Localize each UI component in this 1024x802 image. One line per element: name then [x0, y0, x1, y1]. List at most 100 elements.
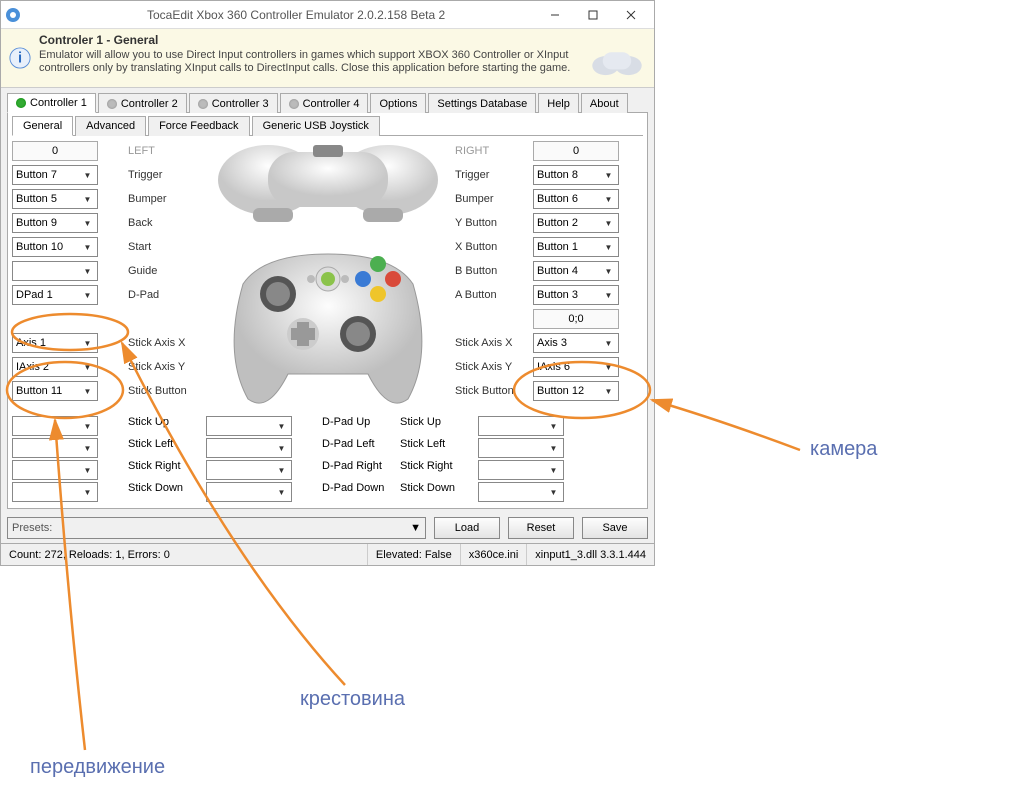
chevron-down-icon: ▼: [602, 263, 615, 279]
subtab-force-feedback[interactable]: Force Feedback: [148, 116, 249, 136]
status-ini: x360ce.ini: [460, 544, 527, 565]
left-start-combo[interactable]: Button 10▼: [12, 237, 98, 257]
save-button[interactable]: Save: [582, 517, 648, 539]
tab-help[interactable]: Help: [538, 93, 579, 113]
svg-text:i: i: [18, 51, 22, 67]
minimize-icon: [550, 10, 560, 20]
right-y-button-combo[interactable]: Button 2▼: [533, 213, 619, 233]
chevron-down-icon: ▼: [602, 359, 615, 375]
chevron-down-icon: ▼: [275, 440, 288, 456]
mapping-grid: 0 LEFT: [12, 140, 643, 414]
left-stick-dir-combo[interactable]: ▼: [12, 438, 98, 458]
left-trigger-value: 0: [12, 141, 98, 161]
chevron-down-icon: ▼: [81, 484, 94, 500]
annotation-move: передвижение: [30, 756, 165, 779]
left-label: Stick Axis X: [128, 337, 185, 349]
right-trigger-combo[interactable]: Button 8▼: [533, 165, 619, 185]
left-stick-axis-y-combo[interactable]: IAxis 2▼: [12, 357, 98, 377]
left-guide-combo[interactable]: ▼: [12, 261, 98, 281]
minimize-button[interactable]: [536, 4, 574, 26]
dpad-dir-combo[interactable]: ▼: [206, 438, 292, 458]
led-icon: [289, 99, 299, 109]
right-b-button-combo[interactable]: Button 4▼: [533, 261, 619, 281]
info-icon: i: [9, 47, 31, 69]
right-label: X Button: [455, 241, 497, 253]
left-stick-axis-x-combo[interactable]: Axis 1▼: [12, 333, 98, 353]
tab-about[interactable]: About: [581, 93, 628, 113]
chevron-down-icon: ▼: [547, 418, 560, 434]
left-back-combo[interactable]: Button 9▼: [12, 213, 98, 233]
load-button[interactable]: Load: [434, 517, 500, 539]
chevron-down-icon: ▼: [275, 418, 288, 434]
right-stick-button-combo[interactable]: Button 12▼: [533, 381, 619, 401]
left-stick-dir-combo[interactable]: ▼: [12, 416, 98, 436]
chevron-down-icon: ▼: [81, 462, 94, 478]
chevron-down-icon: ▼: [81, 359, 94, 375]
controller-image: [206, 140, 449, 414]
close-button[interactable]: [612, 4, 650, 26]
info-heading: Controler 1 - General: [39, 33, 580, 47]
right-label: Bumper: [455, 193, 494, 205]
left-label: Stick Axis Y: [128, 361, 185, 373]
led-icon: [107, 99, 117, 109]
chevron-down-icon: ▼: [602, 167, 615, 183]
right-stick-dir-combo[interactable]: ▼: [478, 460, 564, 480]
chevron-down-icon: ▼: [81, 167, 94, 183]
close-icon: [626, 10, 636, 20]
maximize-button[interactable]: [574, 4, 612, 26]
right-label: B Button: [455, 265, 497, 277]
right-coords: 0;0: [533, 309, 619, 329]
tab-controller-1[interactable]: Controller 1: [7, 93, 96, 113]
right-label: A Button: [455, 289, 497, 301]
right-stick-dir-combo[interactable]: ▼: [478, 482, 564, 502]
right-stick-dir-combo[interactable]: ▼: [478, 416, 564, 436]
chevron-down-icon: ▼: [602, 335, 615, 351]
chevron-down-icon: ▼: [81, 383, 94, 399]
tab-settings-db[interactable]: Settings Database: [428, 93, 536, 113]
left-label: Back: [128, 217, 152, 229]
left-stick-dir-combo[interactable]: ▼: [12, 482, 98, 502]
subtab-device[interactable]: Generic USB Joystick: [252, 116, 380, 136]
right-x-button-combo[interactable]: Button 1▼: [533, 237, 619, 257]
left-trigger-combo[interactable]: Button 7▼: [12, 165, 98, 185]
chevron-down-icon: ▼: [602, 383, 615, 399]
left-label: Guide: [128, 265, 157, 277]
presets-combo[interactable]: Presets: ▼: [7, 517, 426, 539]
left-header: LEFT: [128, 140, 200, 162]
tab-content: General Advanced Force Feedback Generic …: [7, 113, 648, 509]
chevron-down-icon: ▼: [81, 191, 94, 207]
right-bumper-combo[interactable]: Button 6▼: [533, 189, 619, 209]
right-a-button-combo[interactable]: Button 3▼: [533, 285, 619, 305]
tab-controller-2[interactable]: Controller 2: [98, 93, 187, 113]
right-stick-dir-combo[interactable]: ▼: [478, 438, 564, 458]
right-stick-axis-y-combo[interactable]: IAxis 6▼: [533, 357, 619, 377]
reset-button[interactable]: Reset: [508, 517, 574, 539]
right-label: Stick Axis Y: [455, 361, 512, 373]
led-icon: [198, 99, 208, 109]
tab-options[interactable]: Options: [370, 93, 426, 113]
left-stick-button-combo[interactable]: Button 11▼: [12, 381, 98, 401]
tab-controller-3[interactable]: Controller 3: [189, 93, 278, 113]
info-body: Emulator will allow you to use Direct In…: [39, 49, 580, 75]
tab-controller-4[interactable]: Controller 4: [280, 93, 369, 113]
right-trigger-value: 0: [533, 141, 619, 161]
chevron-down-icon: ▼: [602, 215, 615, 231]
left-label: Bumper: [128, 193, 167, 205]
info-banner: i Controler 1 - General Emulator will al…: [1, 29, 654, 88]
chevron-down-icon: ▼: [275, 462, 288, 478]
subtab-advanced[interactable]: Advanced: [75, 116, 146, 136]
left-d-pad-combo[interactable]: DPad 1▼: [12, 285, 98, 305]
left-bumper-combo[interactable]: Button 5▼: [12, 189, 98, 209]
dpad-dir-combo[interactable]: ▼: [206, 416, 292, 436]
status-elevated: Elevated: False: [367, 544, 460, 565]
right-label: Stick Button: [455, 385, 514, 397]
annotation-dpad: крестовина: [300, 688, 405, 711]
dpad-dir-combo[interactable]: ▼: [206, 482, 292, 502]
right-stick-axis-x-combo[interactable]: Axis 3▼: [533, 333, 619, 353]
chevron-down-icon: ▼: [81, 215, 94, 231]
dpad-dir-combo[interactable]: ▼: [206, 460, 292, 480]
left-stick-dir-combo[interactable]: ▼: [12, 460, 98, 480]
subtab-general[interactable]: General: [12, 116, 73, 136]
window-title: TocaEdit Xbox 360 Controller Emulator 2.…: [27, 8, 536, 22]
app-icon: [5, 7, 21, 23]
